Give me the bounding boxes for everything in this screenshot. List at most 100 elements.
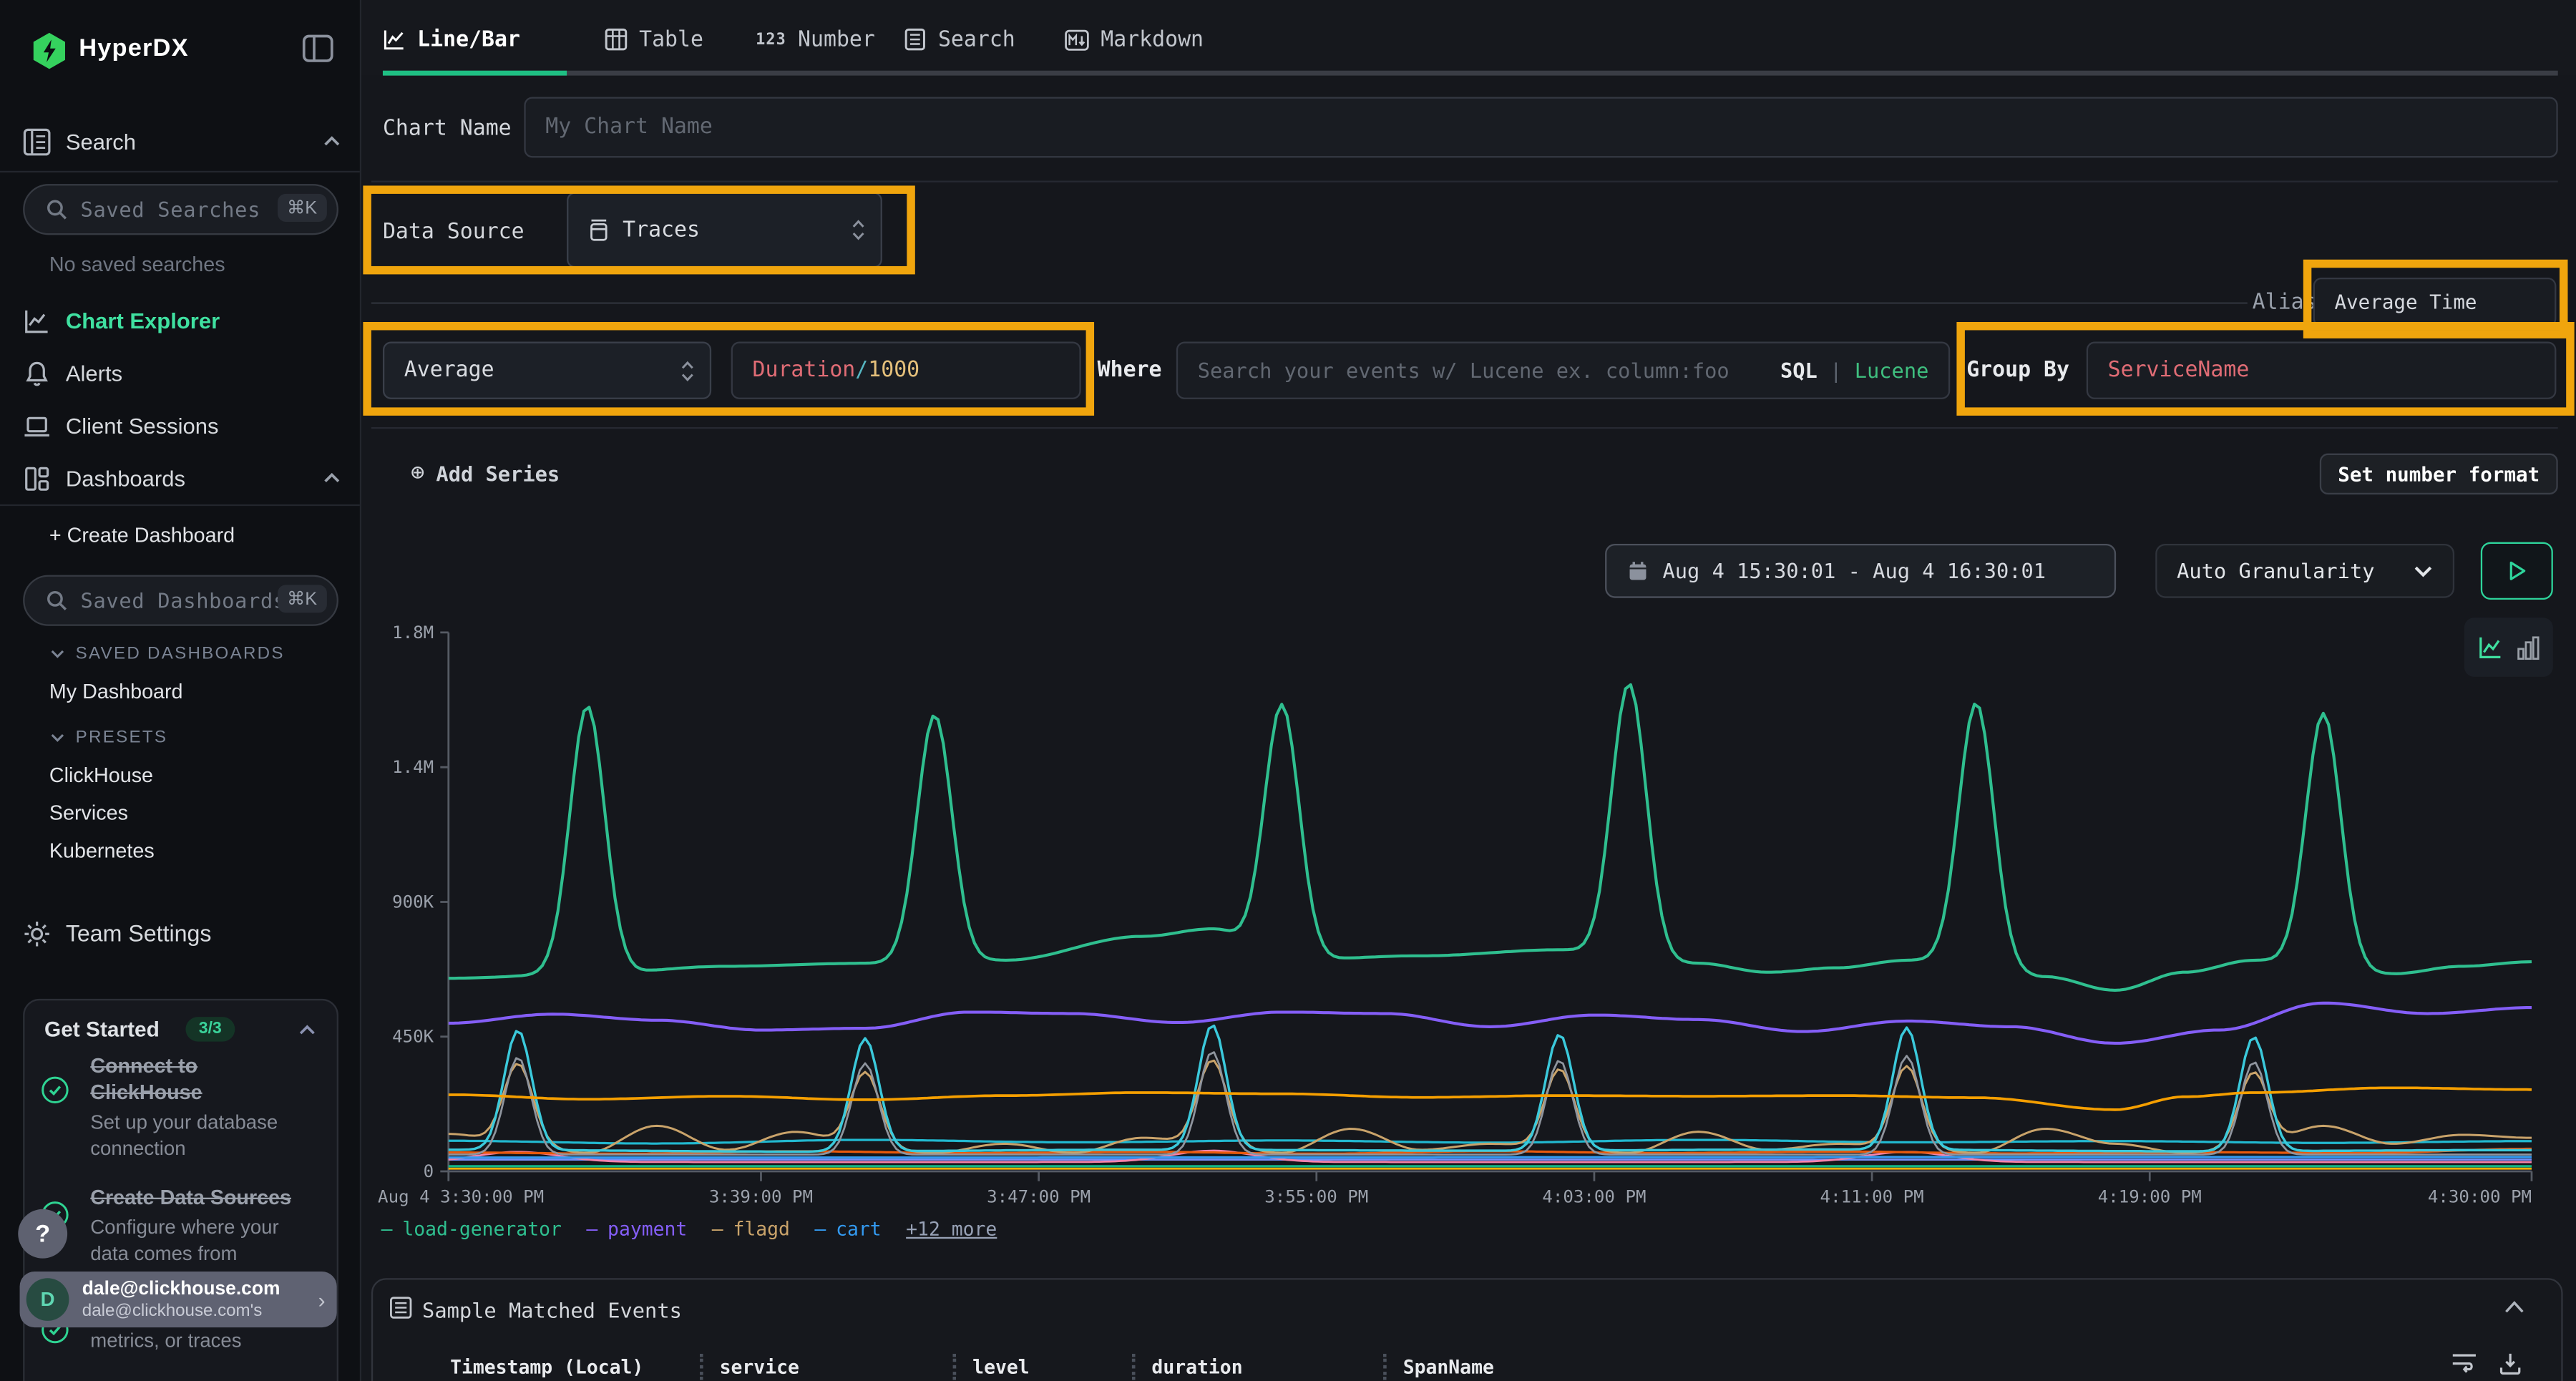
events-column-header[interactable]: service (700, 1354, 953, 1380)
data-source-select[interactable]: Traces (567, 192, 882, 268)
chart-name-input[interactable] (526, 115, 2557, 140)
mode-separator: | (1830, 358, 1842, 383)
svg-text:4:03:00 PM: 4:03:00 PM (1542, 1187, 1646, 1207)
tab-markdown[interactable]: Markdown (1065, 23, 1204, 56)
tab-label: Markdown (1101, 27, 1204, 52)
legend-swatch: — (712, 1217, 723, 1240)
lucene-mode-toggle[interactable]: Lucene (1855, 358, 1929, 383)
dashboard-link-my-dashboard[interactable]: My Dashboard (49, 680, 183, 703)
brand-title: HyperDX (79, 34, 189, 62)
legend-swatch: — (814, 1217, 826, 1240)
tab-line-bar[interactable]: Line/Bar (383, 23, 520, 56)
user-email: dale@clickhouse.com (82, 1279, 280, 1300)
sidebar-item-alerts[interactable]: Alerts (0, 355, 361, 391)
get-started-step-1[interactable]: Connect to ClickHouse Set up your databa… (90, 1053, 278, 1162)
download-icon[interactable] (2499, 1352, 2522, 1375)
set-number-format-button[interactable]: Set number format (2320, 454, 2558, 494)
chevron-up-icon[interactable] (298, 1020, 318, 1040)
search-icon (46, 590, 67, 611)
sidebar-item-client-sessions[interactable]: Client Sessions (0, 407, 361, 444)
group-presets[interactable]: PRESETS (49, 728, 167, 748)
tab-label: Table (639, 27, 703, 52)
collapse-chevron-icon[interactable] (2504, 1299, 2525, 1314)
legend-item[interactable]: — cart (814, 1217, 881, 1240)
svg-text:1.4M: 1.4M (392, 757, 434, 777)
group-by-input[interactable]: ServiceName (2087, 342, 2557, 399)
divider (0, 504, 360, 506)
step-desc: Configure where your (90, 1216, 278, 1239)
sidebar-item-search[interactable]: Search (0, 123, 361, 160)
cmd-k-shortcut: ⌘K (277, 194, 327, 222)
chart-name-inputbox (524, 97, 2557, 157)
dashboard-link-kubernetes[interactable]: Kubernetes (49, 839, 155, 862)
events-column-header[interactable]: Timestamp (Local) (440, 1354, 700, 1380)
bell-icon (23, 359, 51, 387)
timeseries-chart[interactable]: 0450K900K1.4M1.8MAug 4 3:30:00 PM3:39:00… (378, 624, 2553, 1209)
legend-label: flagd (733, 1217, 789, 1240)
sidebar-item-chart-explorer[interactable]: Chart Explorer (0, 302, 361, 338)
sidebar-collapse-icon[interactable] (302, 34, 333, 62)
data-source-value: Traces (623, 218, 700, 242)
legend-swatch: — (586, 1217, 597, 1240)
sql-mode-toggle[interactable]: SQL (1780, 358, 1818, 383)
svg-text:900K: 900K (392, 892, 434, 912)
granularity-select[interactable]: Auto Granularity (2155, 544, 2454, 598)
wrap-text-icon[interactable] (2451, 1352, 2477, 1374)
sidebar-item-label: Alerts (66, 361, 122, 385)
tab-underline-track (383, 71, 2558, 76)
legend-more-link[interactable]: +12 more (906, 1217, 997, 1240)
step-desc: Set up your database (90, 1111, 278, 1133)
legend-label: cart (836, 1217, 882, 1240)
alias-inputbox (2313, 278, 2557, 327)
aggregation-select[interactable]: Average (383, 342, 711, 399)
where-label: Where (1098, 358, 1162, 383)
chevron-up-icon[interactable] (322, 132, 342, 152)
chart-name-label: Chart Name (383, 117, 512, 141)
database-icon (588, 218, 610, 241)
events-column-header[interactable]: duration (1132, 1354, 1383, 1380)
date-range-picker[interactable]: Aug 4 15:30:01 - Aug 4 16:30:01 (1605, 544, 2116, 598)
play-icon (2508, 560, 2526, 582)
granularity-value: Auto Granularity (2177, 559, 2374, 583)
hyperdx-app: HyperDX Search Saved Searches ⌘K (0, 0, 2576, 1381)
events-column-header[interactable]: level (953, 1354, 1132, 1380)
legend-item[interactable]: — payment (586, 1217, 687, 1240)
tab-search[interactable]: Search (904, 23, 1015, 56)
field-expression-input[interactable]: Duration/1000 (731, 342, 1081, 399)
dashboard-link-clickhouse[interactable]: ClickHouse (49, 764, 153, 787)
legend-label: payment (608, 1217, 687, 1240)
chart-line-icon (23, 306, 51, 334)
help-button[interactable]: ? (18, 1209, 67, 1259)
svg-text:4:19:00 PM: 4:19:00 PM (2098, 1187, 2202, 1207)
legend-item[interactable]: — flagd (712, 1217, 790, 1240)
sidebar-item-dashboards[interactable]: Dashboards (0, 460, 361, 497)
saved-dashboards-input[interactable]: Saved Dashboards ⌘K (23, 575, 338, 626)
chevron-up-icon[interactable] (322, 468, 342, 488)
sidebar-item-team-settings[interactable]: Team Settings (0, 915, 361, 952)
user-menu[interactable]: D dale@clickhouse.com dale@clickhouse.co… (20, 1272, 337, 1327)
events-column-header[interactable]: SpanName (1383, 1354, 1876, 1380)
chevron-down-icon (49, 729, 66, 746)
alias-input[interactable] (2315, 291, 2555, 313)
legend-item[interactable]: —load-generator (381, 1217, 562, 1240)
get-started-step-2[interactable]: Create Data Sources Configure where your… (90, 1184, 291, 1267)
tab-label: Search (938, 27, 1015, 52)
calendar-icon (1628, 560, 1648, 582)
saved-searches-input[interactable]: Saved Searches ⌘K (23, 184, 338, 235)
group-saved-dashboards[interactable]: SAVED DASHBOARDS (49, 644, 285, 664)
expr-token-slash: / (855, 358, 868, 383)
add-series-label: Add Series (436, 461, 560, 485)
create-dashboard-button[interactable]: + Create Dashboard (49, 524, 235, 547)
alias-label: Alias (2253, 291, 2317, 315)
svg-text:3:39:00 PM: 3:39:00 PM (709, 1187, 813, 1207)
dashboards-grid-icon (23, 464, 51, 492)
search-panel-icon (23, 127, 51, 155)
run-query-button[interactable] (2481, 542, 2553, 600)
tab-underline-active (383, 71, 567, 76)
tab-number[interactable]: 123 Number (756, 23, 875, 56)
tab-table[interactable]: Table (605, 23, 703, 56)
svg-text:Aug 4 3:30:00 PM: Aug 4 3:30:00 PM (378, 1187, 544, 1207)
add-series-button[interactable]: ⊕ Add Series (411, 460, 560, 487)
dashboard-link-services[interactable]: Services (49, 801, 128, 824)
where-input[interactable] (1178, 358, 1780, 383)
